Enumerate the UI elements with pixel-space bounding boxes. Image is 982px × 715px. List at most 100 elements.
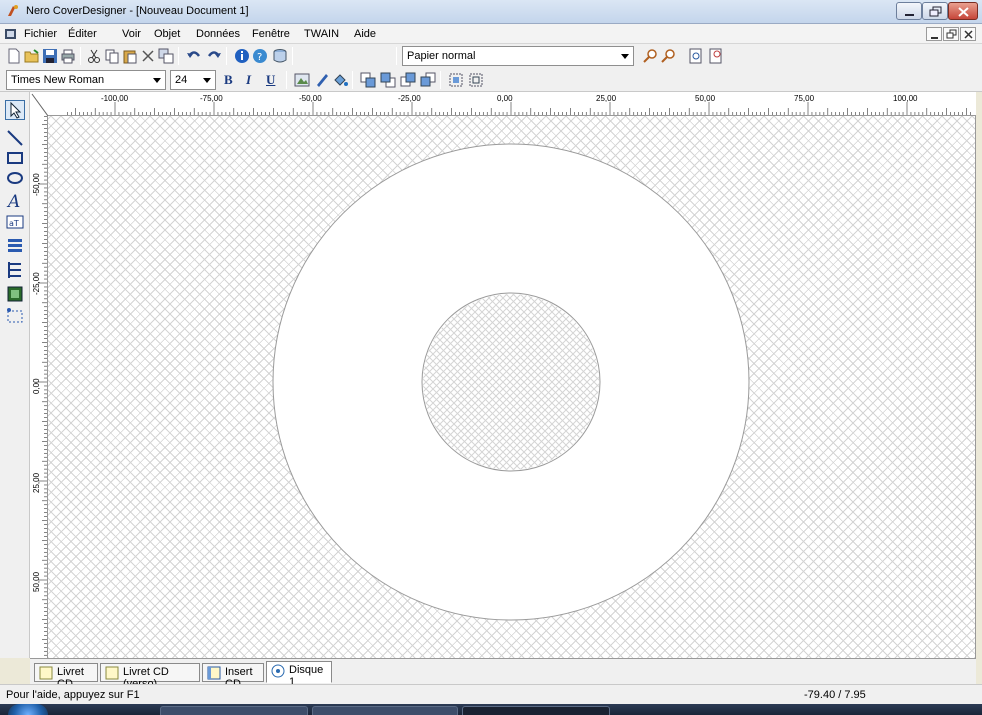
taskbar-button[interactable] bbox=[160, 706, 308, 715]
minimize-button[interactable] bbox=[896, 2, 922, 20]
list-tool-button[interactable] bbox=[5, 236, 25, 256]
menu-fichier[interactable]: Fichier bbox=[24, 28, 57, 40]
close-button[interactable] bbox=[948, 2, 978, 20]
delete-icon[interactable] bbox=[140, 48, 156, 64]
minimize-icon bbox=[931, 37, 938, 39]
redo-icon[interactable] bbox=[206, 48, 222, 64]
mdi-close-button[interactable] bbox=[960, 27, 976, 41]
restore-icon bbox=[946, 29, 957, 39]
window-title: Nero CoverDesigner - [Nouveau Document 1… bbox=[26, 5, 249, 17]
image-edit-icon[interactable] bbox=[294, 72, 310, 88]
bold-button[interactable]: B bbox=[224, 72, 233, 88]
bring-front-icon[interactable] bbox=[360, 72, 376, 88]
menu-twain[interactable]: TWAIN bbox=[304, 28, 339, 40]
ruler-label: -50,00 bbox=[32, 173, 41, 196]
zoom-out-icon[interactable] bbox=[660, 48, 676, 64]
undo-icon[interactable] bbox=[186, 48, 202, 64]
zoom-fit-icon[interactable] bbox=[708, 48, 724, 64]
cut-icon[interactable] bbox=[86, 48, 102, 64]
pointer-icon bbox=[10, 101, 22, 119]
help-icon[interactable]: ? bbox=[252, 48, 268, 64]
tab-livret-cd[interactable]: Livret CD bbox=[34, 663, 98, 690]
menu-fenetre[interactable]: Fenêtre bbox=[252, 28, 290, 40]
pen-color-icon[interactable] bbox=[314, 72, 330, 88]
menu-editer[interactable]: Éditer bbox=[68, 28, 97, 40]
duplicate-icon[interactable] bbox=[158, 48, 174, 64]
page-tabs: Livret CD Livret CD (verso) Insert CD Di… bbox=[30, 658, 976, 690]
toolbar-separator bbox=[396, 47, 397, 65]
menu-objet[interactable]: Objet bbox=[154, 28, 180, 40]
toolbar-separator bbox=[286, 71, 287, 89]
chevron-down-icon bbox=[621, 54, 629, 59]
menu-donnees[interactable]: Données bbox=[196, 28, 240, 40]
ungroup-icon[interactable] bbox=[468, 72, 484, 88]
group-icon[interactable] bbox=[448, 72, 464, 88]
paste-icon[interactable] bbox=[122, 48, 138, 64]
new-document-icon[interactable] bbox=[6, 48, 22, 64]
select-tool-button[interactable] bbox=[5, 100, 25, 120]
menu-voir[interactable]: Voir bbox=[122, 28, 141, 40]
tab-disque-1[interactable]: Disque 1 bbox=[266, 661, 332, 688]
copy-icon[interactable] bbox=[104, 48, 120, 64]
font-family-select[interactable]: Times New Roman bbox=[6, 70, 166, 90]
toolbar-separator bbox=[80, 47, 81, 65]
line-tool-button[interactable] bbox=[5, 128, 25, 148]
ellipse-tool-button[interactable] bbox=[5, 168, 25, 188]
ruler-corner-mark bbox=[31, 93, 49, 117]
tree-tool-button[interactable] bbox=[5, 260, 25, 280]
save-icon[interactable] bbox=[42, 48, 58, 64]
tool-palette: A aT bbox=[0, 92, 30, 658]
document-icon[interactable] bbox=[4, 27, 18, 41]
status-help-text: Pour l'aide, appuyez sur F1 bbox=[6, 689, 140, 701]
image-tool-button[interactable] bbox=[5, 284, 25, 304]
italic-button[interactable]: I bbox=[246, 72, 251, 88]
font-size-select[interactable]: 24 bbox=[170, 70, 216, 90]
line-icon bbox=[7, 130, 23, 146]
vertical-ruler-ticks: -50,00 -25,00 0,00 25,00 50,00 bbox=[32, 116, 47, 656]
font-family-value: Times New Roman bbox=[11, 74, 105, 86]
fill-color-icon[interactable] bbox=[332, 72, 348, 88]
paper-type-select[interactable]: Papier normal bbox=[402, 46, 634, 66]
rectangle-icon bbox=[7, 152, 23, 164]
artistic-text-tool-button[interactable]: A bbox=[5, 190, 25, 212]
send-back-icon[interactable] bbox=[380, 72, 396, 88]
horizontal-ruler-ticks: -100,00 -75,00 -50,00 -25,00 0,00 25,00 50,00 7… bbox=[67, 94, 971, 115]
tab-insert-cd[interactable]: Insert CD bbox=[202, 663, 264, 690]
restore-icon bbox=[929, 6, 942, 17]
underline-button[interactable]: U bbox=[266, 72, 275, 88]
info-icon[interactable] bbox=[234, 48, 250, 64]
menu-aide[interactable]: Aide bbox=[354, 28, 376, 40]
backward-one-icon[interactable] bbox=[420, 72, 436, 88]
ruler-label: 50,00 bbox=[695, 94, 716, 103]
toolbar-separator bbox=[352, 71, 353, 89]
mdi-minimize-button[interactable] bbox=[926, 27, 942, 41]
database-icon[interactable] bbox=[272, 48, 288, 64]
ruler-label: 75,00 bbox=[794, 94, 815, 103]
forward-one-icon[interactable] bbox=[400, 72, 416, 88]
taskbar-button-active[interactable] bbox=[462, 706, 610, 715]
page-icon bbox=[39, 666, 53, 680]
text-box-tool-button[interactable]: aT bbox=[5, 212, 25, 232]
page-icon bbox=[105, 666, 119, 680]
windows-taskbar bbox=[0, 704, 982, 715]
mdi-restore-button[interactable] bbox=[943, 27, 959, 41]
ruler-label: -50,00 bbox=[299, 94, 322, 103]
svg-text:A: A bbox=[6, 192, 20, 210]
maximize-button[interactable] bbox=[922, 2, 948, 20]
ellipse-icon bbox=[7, 172, 23, 184]
ruler-label: -100,00 bbox=[101, 94, 129, 103]
print-icon[interactable] bbox=[60, 48, 76, 64]
cursor-coordinates: -79.40 / 7.95 bbox=[804, 689, 866, 701]
taskbar-button[interactable] bbox=[312, 706, 458, 715]
rectangle-tool-button[interactable] bbox=[5, 148, 25, 168]
open-folder-icon[interactable] bbox=[24, 48, 40, 64]
tab-livret-cd-verso[interactable]: Livret CD (verso) bbox=[100, 663, 200, 690]
frame-select-tool-button[interactable] bbox=[5, 306, 25, 326]
disc-icon bbox=[271, 664, 285, 678]
ruler-label: 25,00 bbox=[596, 94, 617, 103]
start-button[interactable] bbox=[8, 704, 48, 715]
page-zoom-icon[interactable] bbox=[688, 48, 704, 64]
design-canvas[interactable] bbox=[48, 116, 976, 658]
zoom-in-icon[interactable] bbox=[642, 48, 658, 64]
svg-text:?: ? bbox=[257, 52, 262, 63]
